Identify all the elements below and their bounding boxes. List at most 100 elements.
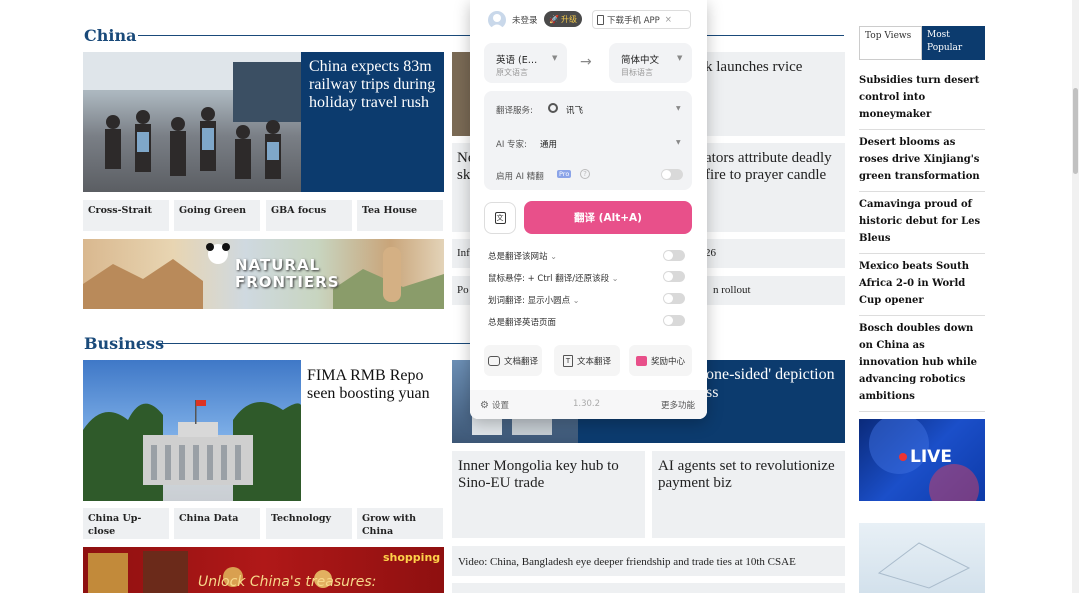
tile-grow-with-china[interactable]: Grow with China	[357, 508, 443, 539]
banner-slogan: Unlock China's treasures:	[198, 574, 377, 590]
always-site-toggle[interactable]	[663, 250, 685, 261]
railway-crowd-image[interactable]	[83, 52, 301, 192]
avatar[interactable]	[488, 11, 506, 29]
download-label: 下载手机 APP	[607, 15, 660, 26]
upgrade-label: 升级	[560, 14, 577, 24]
phone-icon	[597, 14, 604, 25]
chevron-down-icon: ⌄	[611, 274, 619, 283]
tile-gba-focus[interactable]: GBA focus	[266, 200, 352, 231]
rewards-center-button[interactable]: 奖励中心	[629, 345, 692, 376]
lead-headline-china[interactable]: China expects 83m railway trips during h…	[301, 52, 444, 192]
always-english-toggle[interactable]	[663, 315, 685, 326]
source-language-caption: 原文语言	[496, 68, 528, 77]
option-hover: 鼠标悬停: + Ctrl 翻译/还原该段 ⌄	[488, 274, 619, 284]
popular-item[interactable]: Camavinga proud of historic debut for Le…	[859, 192, 985, 254]
document-translate-label: 文档翻译	[503, 356, 538, 367]
live-dot-icon	[899, 453, 907, 461]
ai-enhance-label: 启用 AI 精翻	[496, 172, 544, 182]
text-translate-label: 文本翻译	[576, 356, 611, 367]
mid-headline-china[interactable]: k launches rvice	[703, 52, 845, 136]
gear-icon: ⚙	[480, 399, 489, 411]
target-language-select[interactable]: 简体中文 目标语言 ▼	[609, 43, 692, 83]
chevron-down-icon: ⌄	[550, 252, 557, 261]
shopping-logo: shopping	[383, 551, 441, 564]
document-icon	[487, 355, 500, 366]
xunfei-icon	[548, 103, 558, 113]
mid-story-right[interactable]: ators attribute deadly fire to prayer ca…	[703, 143, 845, 232]
settings-button[interactable]: ⚙ 设置	[480, 399, 509, 412]
rocket-icon: 🚀	[549, 14, 559, 24]
lead-headline-business[interactable]: FIMA RMB Repo seen boosting yuan	[307, 367, 447, 403]
card-ai-agents[interactable]: AI agents set to revolutionize payment b…	[652, 451, 845, 538]
target-language-caption: 目标语言	[621, 68, 653, 77]
settings-label: 设置	[491, 401, 509, 411]
chevron-down-icon[interactable]: ▼	[676, 139, 681, 146]
next-item[interactable]	[452, 583, 845, 593]
chevron-down-icon: ▼	[552, 54, 558, 62]
swap-arrow-icon[interactable]: →	[580, 54, 592, 70]
tile-going-green[interactable]: Going Green	[174, 200, 260, 231]
mid-image-china[interactable]	[452, 52, 472, 136]
expert-label: AI 专家:	[496, 140, 527, 150]
mid-row3-left[interactable]: Po	[452, 276, 472, 305]
ai-enhance-toggle[interactable]	[661, 169, 683, 180]
translator-popup: 未登录 🚀 升级 下载手机 APP × 英语 (E… 原文语言 ▼ → 简体中文 …	[470, 0, 707, 419]
service-value[interactable]: 讯飞	[566, 104, 583, 116]
natural-frontiers-banner[interactable]: NATURAL FRONTIERS	[83, 239, 444, 309]
chevron-down-icon[interactable]: ▼	[676, 105, 681, 112]
close-icon[interactable]: ×	[665, 15, 672, 25]
document-translate-button[interactable]: 文档翻译	[484, 345, 542, 376]
card-inner-mongolia[interactable]: Inner Mongolia key hub to Sino-EU trade	[452, 451, 645, 538]
tab-top-views[interactable]: Top Views	[859, 26, 922, 60]
text-translate-button[interactable]: T 文本翻译	[554, 345, 620, 376]
popular-item[interactable]: Subsidies turn desert control into money…	[859, 68, 985, 130]
section-title-business[interactable]: Business	[84, 334, 164, 353]
option-always-english: 总是翻译英语页面	[488, 318, 557, 328]
mid-row2-right[interactable]: 26	[703, 239, 845, 268]
video-link[interactable]: Video: China, Bangladesh eye deeper frie…	[452, 546, 845, 576]
help-icon[interactable]: ?	[580, 169, 590, 179]
view-mode-button[interactable]: 文	[484, 202, 516, 234]
live-label: LIVE	[910, 447, 952, 467]
gift-icon	[635, 355, 647, 366]
tile-cross-strait[interactable]: Cross-Strait	[83, 200, 169, 231]
translate-icon: 文	[494, 212, 506, 224]
settings-panel: 翻译服务: 讯飞 ▼ AI 专家: 通用 ▼ 启用 AI 精翻 Pro ?	[484, 91, 692, 190]
tile-tea-house[interactable]: Tea House	[357, 200, 443, 231]
source-language-select[interactable]: 英语 (E… 原文语言 ▼	[484, 43, 567, 83]
rewards-center-label: 奖励中心	[650, 356, 685, 367]
text-icon: T	[562, 354, 573, 367]
version-text: 1.30.2	[573, 399, 601, 409]
chevron-down-icon: ⌄	[572, 296, 580, 305]
tile-technology[interactable]: Technology	[266, 508, 352, 539]
tile-china-data[interactable]: China Data	[174, 508, 260, 539]
download-app-button[interactable]: 下载手机 APP ×	[592, 10, 691, 29]
translate-button[interactable]: 翻译 (Alt+A)	[524, 201, 692, 234]
live-thumbnail[interactable]: LIVE	[859, 419, 985, 501]
section-rule	[158, 343, 470, 344]
target-language-value: 简体中文	[621, 55, 660, 66]
mid-row2-left[interactable]: Inf	[452, 239, 472, 268]
more-features-link[interactable]: 更多功能	[661, 399, 695, 411]
mid-story-left[interactable]: Ne sk	[452, 143, 475, 232]
upgrade-button[interactable]: 🚀 升级	[544, 11, 582, 27]
tab-most-popular[interactable]: Most Popular	[922, 26, 985, 60]
scrollbar-thumb[interactable]	[1073, 88, 1078, 174]
tile-china-up-close[interactable]: China Up-close	[83, 508, 169, 539]
selection-toggle[interactable]	[663, 293, 685, 304]
pro-badge: Pro	[557, 170, 572, 178]
popular-item[interactable]: Desert blooms as roses drive Xinjiang's …	[859, 130, 985, 192]
sidebar-thumbnail[interactable]	[859, 523, 985, 593]
shopping-banner[interactable]: Unlock China's treasures: shopping	[83, 547, 444, 593]
chevron-down-icon: ▼	[677, 54, 683, 62]
mid-row3-right[interactable]: n rollout	[703, 276, 845, 305]
section-title-china[interactable]: China	[84, 26, 136, 45]
popular-item[interactable]: Mexico beats South Africa 2-0 in World C…	[859, 254, 985, 316]
banner-title: NATURAL FRONTIERS	[235, 256, 340, 291]
login-status[interactable]: 未登录	[512, 14, 538, 26]
pboc-building-image[interactable]	[83, 360, 301, 501]
hover-toggle[interactable]	[663, 271, 685, 282]
expert-value[interactable]: 通用	[540, 138, 557, 150]
popular-item[interactable]: Bosch doubles down on China as innovatio…	[859, 316, 985, 412]
popular-list: Subsidies turn desert control into money…	[859, 68, 985, 412]
